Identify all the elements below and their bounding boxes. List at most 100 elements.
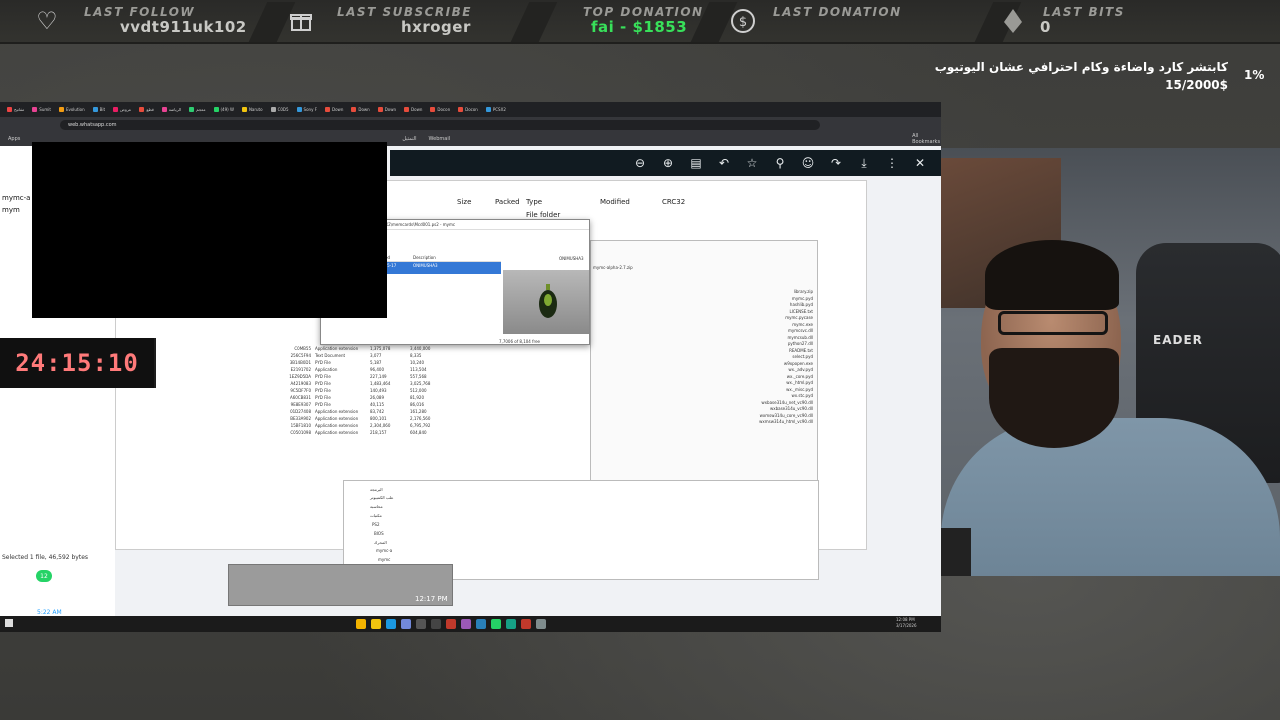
column-header[interactable]: Type bbox=[526, 198, 542, 206]
close-icon[interactable]: ✕ bbox=[913, 156, 927, 170]
table-row[interactable]: C0501098 Application extension 218,157 604,… bbox=[265, 429, 460, 436]
free-space-text: 7,7006 of 8,104 free bbox=[499, 339, 541, 344]
table-row[interactable]: 256C5F94 Text Document 3,077 8,335 bbox=[265, 352, 460, 359]
start-icon[interactable] bbox=[5, 619, 13, 627]
table-row[interactable]: 15BF1810 Application extension 2,304,060 6,… bbox=[265, 422, 460, 429]
browser-tab[interactable]: C0D5 bbox=[268, 104, 292, 115]
taskbar-clock: 12:08 PM 3/17/2026 bbox=[896, 617, 917, 628]
app-icon[interactable] bbox=[536, 619, 546, 629]
column-header[interactable]: Modified bbox=[600, 198, 630, 206]
table-row[interactable]: 01D27408 Application extension 83,742 161,2… bbox=[265, 408, 460, 415]
column-header[interactable]: Size bbox=[457, 198, 471, 206]
pin-icon[interactable]: ⚲ bbox=[773, 156, 787, 170]
browser-tab[interactable]: Evolution bbox=[56, 104, 88, 115]
tree-item[interactable]: BIOS bbox=[374, 531, 384, 536]
whatsapp-icon[interactable] bbox=[491, 619, 501, 629]
tree-item[interactable]: مكتبات bbox=[370, 513, 382, 518]
download-icon[interactable]: ⤓ bbox=[857, 156, 871, 171]
archive-path: mymc-alpha-2.7.zip bbox=[593, 265, 633, 270]
list-item[interactable]: wxmsw314u_html_vc90.dll bbox=[759, 419, 813, 426]
discord-icon[interactable] bbox=[401, 619, 411, 629]
app-icon[interactable] bbox=[506, 619, 516, 629]
alert-divider bbox=[510, 2, 558, 42]
table-row[interactable]: 9C5DF7F0 PYD File 140,493 512,000 bbox=[265, 387, 460, 394]
last-subscribe-label: LAST SUBSCRIBE bbox=[337, 5, 472, 19]
browser-tab[interactable]: Sumit bbox=[29, 104, 54, 115]
tree-item[interactable]: mymc-a bbox=[376, 548, 392, 553]
star-icon[interactable]: ☆ bbox=[745, 156, 759, 170]
browser-tab[interactable]: Down bbox=[348, 104, 372, 115]
table-row[interactable]: BE33A902 Application extension 800,101 2,17… bbox=[265, 415, 460, 422]
browser-tab[interactable]: Bit bbox=[90, 104, 108, 115]
folder-icon[interactable] bbox=[371, 619, 381, 629]
folder-type-cell: File folder bbox=[526, 211, 561, 219]
app-icon[interactable] bbox=[446, 619, 456, 629]
tree-item[interactable]: البرمجة bbox=[370, 487, 383, 492]
table-row[interactable]: A4219083 PYD File 1,483,464 3,025,768 bbox=[265, 380, 460, 387]
icon-caption: ONIMUSHA3 bbox=[559, 256, 584, 261]
forward-icon[interactable]: ↷ bbox=[829, 156, 843, 170]
browser-tab[interactable]: Sony F bbox=[294, 104, 320, 115]
unread-badge: 12 bbox=[36, 570, 52, 582]
list-item[interactable]: mymc-a bbox=[2, 194, 30, 202]
list-item[interactable]: mym bbox=[2, 206, 20, 214]
column-header[interactable]: CRC32 bbox=[662, 198, 685, 206]
top-donation-value: fai - $1853 bbox=[591, 18, 688, 36]
last-donation-label: LAST DONATION bbox=[773, 5, 902, 19]
media-viewer-toolbar: ⊖ ⊕ ▤ ↶ ☆ ⚲ ☺ ↷ ⤓ ⋮ ✕ bbox=[390, 150, 941, 176]
last-follow-label: LAST FOLLOW bbox=[84, 5, 196, 19]
reply-icon[interactable]: ↶ bbox=[717, 156, 731, 170]
last-bits-label: LAST BITS bbox=[1043, 5, 1125, 19]
browser-tab[interactable]: قطع bbox=[136, 104, 156, 115]
zoom-out-icon[interactable]: ⊖ bbox=[633, 156, 647, 170]
browser-tab[interactable]: Down bbox=[375, 104, 399, 115]
tree-item[interactable]: علب الكمبيوتر bbox=[370, 495, 394, 500]
obs-icon[interactable] bbox=[416, 619, 426, 629]
caption-icon[interactable]: ▤ bbox=[689, 156, 703, 170]
chair-logo-text: EADER bbox=[1153, 333, 1203, 347]
browser-tab[interactable]: مفاتيح bbox=[4, 104, 27, 115]
goal-amount: 15/2000$ bbox=[1165, 78, 1228, 92]
tree-item[interactable]: mymc bbox=[378, 557, 390, 562]
browser-tab[interactable]: PCSX2 bbox=[483, 104, 509, 115]
steam-icon[interactable] bbox=[386, 619, 396, 629]
browser-tab[interactable]: الرياضة bbox=[159, 104, 184, 115]
app-icon[interactable] bbox=[431, 619, 441, 629]
microphone bbox=[941, 528, 971, 576]
winrar-window: mymc-alpha-2.7.zip library.zip mymc.pyd … bbox=[590, 240, 818, 484]
table-row[interactable]: A60CB831 PYD File 26,089 81,920 bbox=[265, 394, 460, 401]
table-row[interactable]: C0MB55 Application extension 1,375,078 3,44… bbox=[265, 345, 460, 352]
column-header[interactable]: Packed bbox=[495, 198, 520, 206]
goal-title: كابتشر كارد واضاءة وكام احترافي عشان الي… bbox=[934, 60, 1228, 74]
tree-item[interactable]: PS2 bbox=[372, 522, 380, 527]
app-icon[interactable] bbox=[461, 619, 471, 629]
bookmark-item[interactable]: All Bookmarks bbox=[912, 133, 941, 145]
browser-tab[interactable]: معجم bbox=[186, 104, 208, 115]
more-icon[interactable]: ⋮ bbox=[885, 156, 899, 170]
last-subscribe-value: hxroger bbox=[401, 18, 471, 36]
browser-tab[interactable]: Naruto bbox=[239, 104, 266, 115]
address-bar[interactable]: web.whatsapp.com bbox=[60, 119, 820, 130]
browser-tab[interactable]: (49) W bbox=[211, 104, 237, 115]
browser-tab[interactable]: Down bbox=[322, 104, 346, 115]
browser-tab[interactable]: عروض bbox=[110, 104, 134, 115]
table-row[interactable]: E2191702 Application 96,400 113,504 bbox=[265, 366, 460, 373]
bookmark-item[interactable]: Apps bbox=[8, 136, 20, 142]
table-row[interactable]: 9E8E9307 PYD File 40,115 86,016 bbox=[265, 401, 460, 408]
browser-tab[interactable]: Down bbox=[401, 104, 425, 115]
app-icon[interactable] bbox=[521, 619, 531, 629]
chrome-icon[interactable] bbox=[356, 619, 366, 629]
table-row[interactable]: 3B14B0D1 PYD File 5,187 10,240 bbox=[265, 359, 460, 366]
streamer-hair bbox=[985, 240, 1119, 310]
bookmark-item[interactable]: Webmail bbox=[429, 136, 451, 142]
windows-taskbar: 12:08 PM 3/17/2026 bbox=[0, 616, 941, 632]
emoji-icon[interactable]: ☺ bbox=[801, 156, 815, 170]
browser-tab[interactable]: Docon bbox=[427, 104, 453, 115]
bookmark-item[interactable]: التمثيل bbox=[402, 136, 416, 142]
tree-item[interactable]: محاسبة bbox=[370, 504, 383, 509]
app-icon[interactable] bbox=[476, 619, 486, 629]
zoom-in-icon[interactable]: ⊕ bbox=[661, 156, 675, 170]
tree-item[interactable]: المحرك bbox=[374, 540, 387, 545]
browser-tab[interactable]: Docon bbox=[455, 104, 481, 115]
table-row[interactable]: 1EZ9D5DA PYD File 227,149 557,568 bbox=[265, 373, 460, 380]
